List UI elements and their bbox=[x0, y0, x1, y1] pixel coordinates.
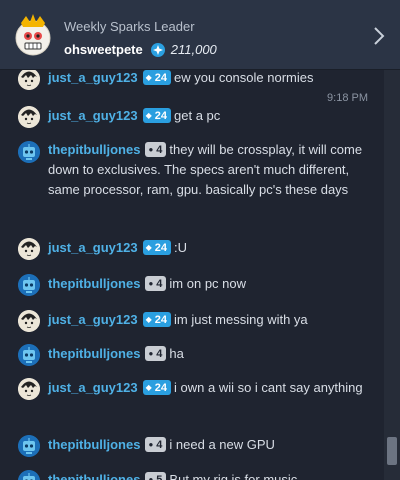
leader-avatar bbox=[15, 14, 51, 56]
badge-level: 24 bbox=[154, 110, 168, 122]
robot-avatar[interactable] bbox=[18, 435, 40, 457]
dot-icon: ● bbox=[148, 475, 154, 480]
message-username[interactable]: just_a_guy123 bbox=[48, 70, 138, 85]
badge-level: 24 bbox=[154, 72, 168, 84]
user-level-badge: ◆ 24 bbox=[142, 240, 172, 255]
message-text: im just messing with ya bbox=[174, 312, 308, 327]
diamond-icon: ◆ bbox=[145, 315, 152, 324]
user-level-badge: ◆ 24 bbox=[142, 380, 172, 395]
dot-icon: ● bbox=[148, 440, 154, 449]
user-level-badge: ◆ 24 bbox=[142, 70, 172, 85]
badge-level: 24 bbox=[154, 242, 168, 254]
dot-icon: ● bbox=[148, 145, 154, 154]
kid-avatar[interactable] bbox=[18, 70, 40, 90]
robot-avatar[interactable] bbox=[18, 274, 40, 296]
leader-details: ohsweetpete 211,000 bbox=[64, 42, 217, 57]
dot-icon: ● bbox=[148, 349, 154, 358]
leader-points: 211,000 bbox=[170, 42, 217, 57]
badge-level: 4 bbox=[156, 144, 163, 156]
chat-scrollbar[interactable] bbox=[384, 70, 400, 480]
badge-level: 4 bbox=[156, 278, 163, 290]
spark-icon bbox=[150, 42, 165, 57]
message-username[interactable]: thepitbulljones bbox=[48, 276, 140, 291]
message-text: ew you console normies bbox=[174, 70, 314, 85]
message-username[interactable]: just_a_guy123 bbox=[48, 380, 138, 395]
message-username[interactable]: thepitbulljones bbox=[48, 437, 140, 452]
message-username[interactable]: thepitbulljones bbox=[48, 472, 140, 480]
message-username[interactable]: thepitbulljones bbox=[48, 142, 140, 157]
message-username[interactable]: just_a_guy123 bbox=[48, 312, 138, 327]
robot-avatar[interactable] bbox=[18, 470, 40, 480]
chat-feed[interactable]: just_a_guy123 ◆ 24 ew you console normies 9… bbox=[0, 70, 384, 480]
leader-username[interactable]: ohsweetpete bbox=[64, 42, 143, 57]
user-level-badge: ● 4 bbox=[145, 276, 167, 291]
message-text: im on pc now bbox=[169, 276, 247, 291]
message-text: ha bbox=[169, 346, 184, 361]
robot-avatar[interactable] bbox=[18, 344, 40, 366]
message-text: :U bbox=[174, 240, 188, 255]
diamond-icon: ◆ bbox=[145, 243, 152, 252]
message-timestamp: 9:18 PM bbox=[327, 92, 368, 104]
badge-level: 4 bbox=[156, 439, 163, 451]
kid-avatar[interactable] bbox=[18, 238, 40, 260]
user-level-badge: ● 4 bbox=[145, 437, 167, 452]
user-level-badge: ● 5 bbox=[145, 472, 167, 480]
user-level-badge: ◆ 24 bbox=[142, 312, 172, 327]
user-level-badge: ● 4 bbox=[145, 142, 167, 157]
message-username[interactable]: thepitbulljones bbox=[48, 346, 140, 361]
message-text: But my rig is for music bbox=[169, 472, 298, 480]
robot-avatar[interactable] bbox=[18, 141, 40, 163]
chevron-right-icon[interactable] bbox=[372, 26, 386, 46]
message-username[interactable]: just_a_guy123 bbox=[48, 108, 138, 123]
message-text: i own a wii so i cant say anything bbox=[174, 380, 363, 395]
badge-level: 24 bbox=[154, 382, 168, 394]
scrollbar-thumb[interactable] bbox=[387, 437, 397, 465]
diamond-icon: ◆ bbox=[145, 111, 152, 120]
user-level-badge: ● 4 bbox=[145, 346, 167, 361]
leader-title: Weekly Sparks Leader bbox=[64, 19, 195, 34]
diamond-icon: ◆ bbox=[145, 73, 152, 82]
kid-avatar[interactable] bbox=[18, 106, 40, 128]
kid-avatar[interactable] bbox=[18, 378, 40, 400]
badge-level: 24 bbox=[154, 314, 168, 326]
diamond-icon: ◆ bbox=[145, 383, 152, 392]
kid-avatar[interactable] bbox=[18, 310, 40, 332]
badge-level: 5 bbox=[156, 474, 163, 480]
badge-level: 4 bbox=[156, 348, 163, 360]
message-text: get a pc bbox=[174, 108, 221, 123]
user-level-badge: ◆ 24 bbox=[142, 108, 172, 123]
weekly-leader-banner[interactable]: Weekly Sparks Leader ohsweetpete 211,000 bbox=[0, 0, 400, 70]
message-text: i need a new GPU bbox=[169, 437, 275, 452]
message-username[interactable]: just_a_guy123 bbox=[48, 240, 138, 255]
dot-icon: ● bbox=[148, 279, 154, 288]
